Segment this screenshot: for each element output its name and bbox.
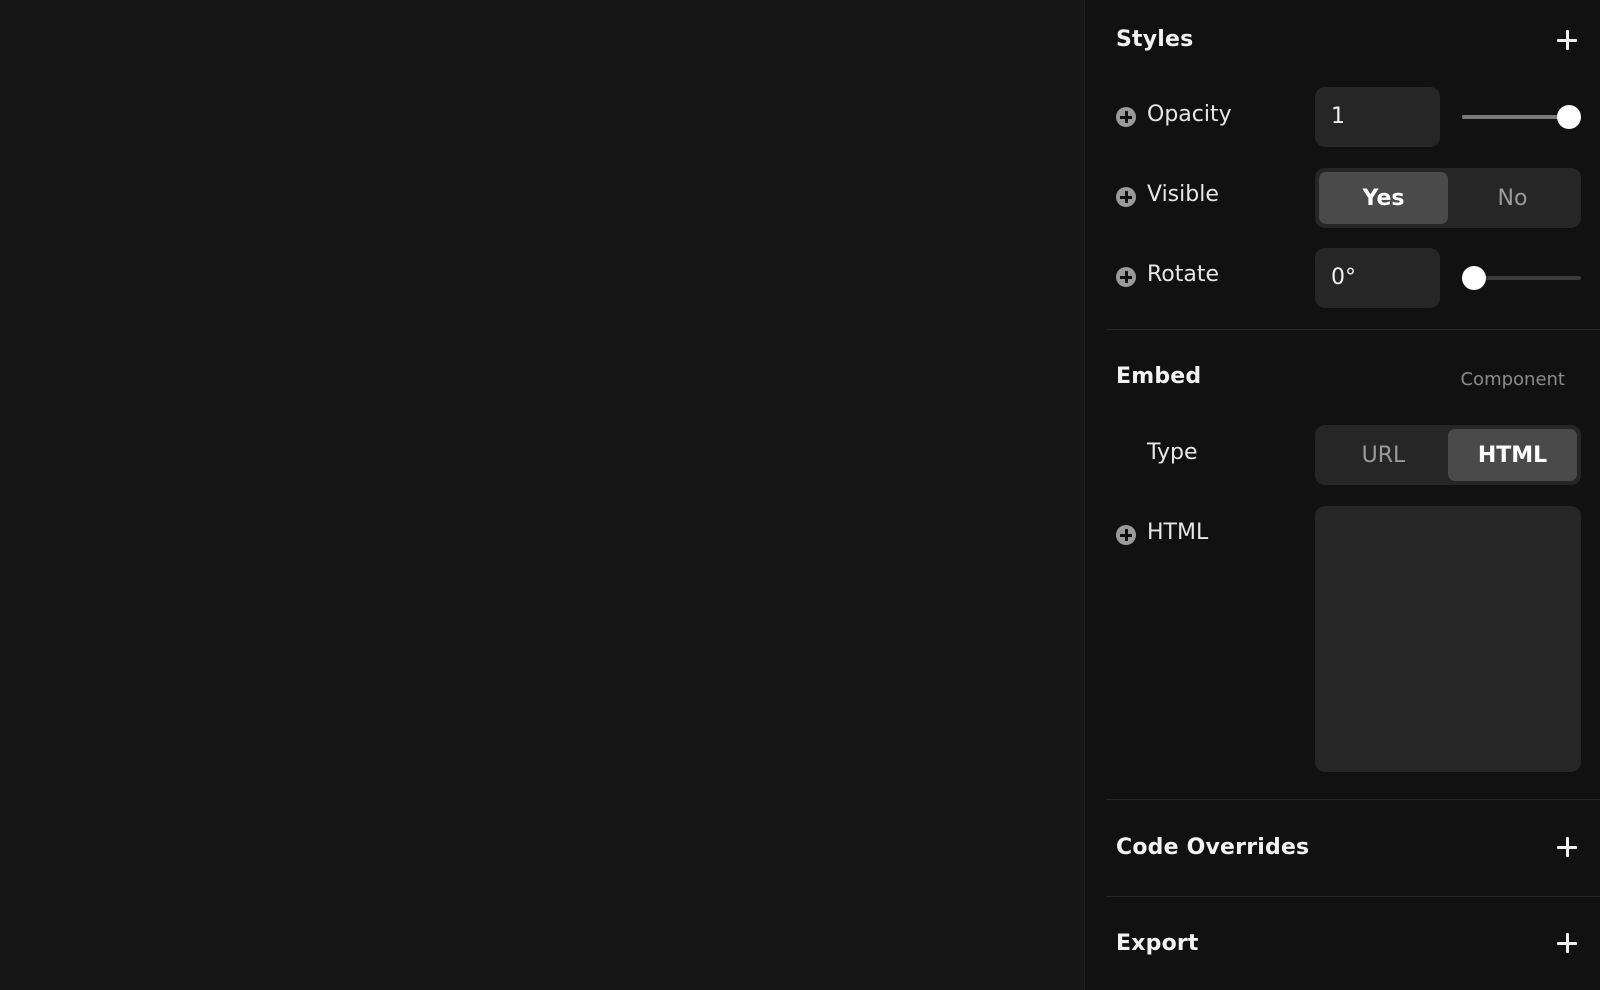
opacity-label: Opacity — [1147, 102, 1232, 127]
section-divider — [1106, 329, 1600, 330]
add-export-plus-icon[interactable] — [1553, 929, 1581, 957]
canvas-area[interactable] — [0, 0, 1084, 990]
properties-panel: Styles Opacity 1 Visible Yes No Rotate 0… — [1084, 0, 1600, 990]
visible-segmented-control: Yes No — [1315, 168, 1581, 228]
html-label: HTML — [1147, 520, 1209, 545]
section-divider — [1106, 896, 1600, 897]
embed-component-label: Component — [1460, 369, 1565, 390]
rotate-plus-circle-icon[interactable] — [1116, 267, 1136, 287]
type-html-option[interactable]: HTML — [1448, 429, 1577, 481]
styles-section-title: Styles — [1116, 27, 1194, 52]
code-overrides-section-title: Code Overrides — [1116, 835, 1310, 860]
export-section-title: Export — [1116, 931, 1199, 956]
opacity-slider-thumb[interactable] — [1557, 105, 1581, 129]
visible-label: Visible — [1147, 182, 1219, 207]
opacity-slider-fill — [1462, 115, 1569, 119]
opacity-slider[interactable] — [1462, 105, 1581, 129]
html-code-field[interactable] — [1315, 506, 1581, 772]
html-plus-circle-icon[interactable] — [1116, 525, 1136, 545]
visible-yes-option[interactable]: Yes — [1319, 172, 1448, 224]
type-label: Type — [1147, 440, 1198, 465]
section-divider — [1106, 799, 1600, 800]
type-url-option[interactable]: URL — [1319, 429, 1448, 481]
add-code-override-plus-icon[interactable] — [1553, 833, 1581, 861]
opacity-input[interactable]: 1 — [1315, 87, 1440, 147]
visible-no-option[interactable]: No — [1448, 172, 1577, 224]
type-segmented-control: URL HTML — [1315, 425, 1581, 485]
rotate-slider-thumb[interactable] — [1462, 266, 1486, 290]
rotate-slider[interactable] — [1462, 266, 1581, 290]
rotate-input[interactable]: 0° — [1315, 248, 1440, 308]
add-style-plus-icon[interactable] — [1553, 26, 1581, 54]
rotate-label: Rotate — [1147, 262, 1220, 287]
opacity-plus-circle-icon[interactable] — [1116, 107, 1136, 127]
visible-plus-circle-icon[interactable] — [1116, 187, 1136, 207]
embed-section-title: Embed — [1116, 364, 1202, 389]
